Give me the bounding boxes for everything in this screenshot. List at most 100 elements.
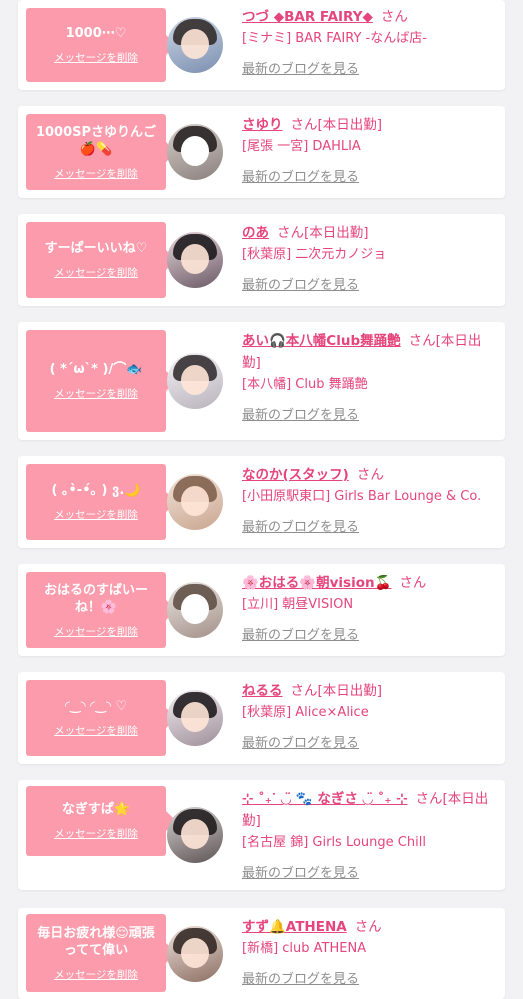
message-text: ( *´ω`* )/⌒🐟 bbox=[49, 362, 143, 377]
honorific: さん bbox=[415, 791, 443, 807]
cast-name-link[interactable]: なのか(スタッフ) bbox=[242, 467, 349, 483]
avatar-face bbox=[181, 594, 209, 624]
message-bubble: 1000⋯♡ メッセージを削除 bbox=[26, 8, 176, 82]
cast-info: すず🔔ATHENA さん [新橋] club ATHENA 最新のブログを見る bbox=[242, 916, 497, 987]
cast-name-link[interactable]: すず🔔ATHENA bbox=[242, 919, 347, 935]
message-text: 毎日お疲れ様😌頑張ってて偉い bbox=[37, 925, 155, 958]
message-bubble: ( *´ω`* )/⌒🐟 メッセージを削除 bbox=[26, 330, 176, 432]
delete-message-link[interactable]: メッセージを削除 bbox=[54, 265, 138, 280]
status-badge: [本日出勤] bbox=[317, 117, 383, 133]
message-bubble: なぎすぱ🌟 メッセージを削除 bbox=[26, 786, 176, 856]
honorific: さん bbox=[408, 333, 436, 349]
view-blog-link[interactable]: 最新のブログを見る bbox=[242, 968, 359, 987]
avatar[interactable] bbox=[167, 232, 223, 288]
status-badge: [本日出勤] bbox=[317, 683, 383, 699]
cast-name-link[interactable]: つづ ◆BAR FAIRY◆ bbox=[242, 9, 373, 25]
cast-info: ねるる さん[本日出勤] [秋葉原] Alice×Alice 最新のブログを見る bbox=[242, 680, 497, 751]
cast-name-link[interactable]: ⊹ ˚₊ᐝ ◡̈ 🐾 なぎさ ◡̈ ˚₊ ⊹ bbox=[242, 791, 408, 807]
avatar-face bbox=[181, 819, 209, 849]
view-blog-link[interactable]: 最新のブログを見る bbox=[242, 58, 359, 77]
shop-name: [小田原駅東口] Girls Bar Lounge & Co. bbox=[242, 489, 482, 504]
shop-name: [本八幡] Club 舞踊艶 bbox=[242, 377, 368, 392]
cast-name-line: ねるる さん[本日出勤] bbox=[242, 680, 497, 702]
avatar-face bbox=[181, 136, 209, 166]
avatar[interactable] bbox=[167, 124, 223, 180]
cast-info: あい🎧本八幡Club舞踊艶 さん[本日出勤] [本八幡] Club 舞踊艶 最新の… bbox=[242, 330, 497, 423]
cast-info: のあ さん[本日出勤] [秋葉原] 二次元カノジョ 最新のブログを見る bbox=[242, 222, 497, 293]
message-card: ( *´ω`* )/⌒🐟 メッセージを削除 あい🎧本八幡Club舞踊艶 さん[本日… bbox=[18, 322, 505, 440]
cast-name-line: つづ ◆BAR FAIRY◆ さん bbox=[242, 6, 497, 28]
shop-name: [新橋] club ATHENA bbox=[242, 941, 367, 956]
cast-name-line: すず🔔ATHENA さん bbox=[242, 916, 497, 938]
message-bubble: ◜‿◝ ◜‿◝ ♡ メッセージを削除 bbox=[26, 680, 176, 756]
honorific: さん bbox=[380, 9, 408, 25]
avatar-face bbox=[181, 365, 209, 395]
cast-name-line: あい🎧本八幡Club舞踊艶 さん[本日出勤] bbox=[242, 330, 497, 374]
message-bubble: 1000SPさゆりんご🍎💊 メッセージを削除 bbox=[26, 114, 176, 190]
cast-info: ⊹ ˚₊ᐝ ◡̈ 🐾 なぎさ ◡̈ ˚₊ ⊹ さん[本日出勤] [名古屋 錦] G… bbox=[242, 788, 497, 881]
delete-message-link[interactable]: メッセージを削除 bbox=[54, 826, 138, 841]
cast-name-link[interactable]: ねるる bbox=[242, 683, 283, 699]
view-blog-link[interactable]: 最新のブログを見る bbox=[242, 624, 359, 643]
shop-name: [秋葉原] 二次元カノジョ bbox=[242, 247, 387, 262]
message-card: 1000⋯♡ メッセージを削除 つづ ◆BAR FAIRY◆ さん [ミナミ] B… bbox=[18, 0, 505, 90]
honorific: さん bbox=[399, 575, 427, 591]
view-blog-link[interactable]: 最新のブログを見る bbox=[242, 862, 359, 881]
delete-message-link[interactable]: メッセージを削除 bbox=[54, 507, 138, 522]
avatar[interactable] bbox=[167, 807, 223, 863]
delete-message-link[interactable]: メッセージを削除 bbox=[54, 386, 138, 401]
view-blog-link[interactable]: 最新のブログを見る bbox=[242, 274, 359, 293]
message-card: すーぱーいいね♡ メッセージを削除 のあ さん[本日出勤] [秋葉原] 二次元カノ… bbox=[18, 214, 505, 306]
message-card: ( ｡•̀-•́｡ ) ვ.🌙 メッセージを削除 なのか(スタッフ) さん [小田… bbox=[18, 456, 505, 548]
avatar[interactable] bbox=[167, 690, 223, 746]
message-bubble: すーぱーいいね♡ メッセージを削除 bbox=[26, 222, 176, 298]
honorific: さん bbox=[290, 117, 318, 133]
message-card: ◜‿◝ ◜‿◝ ♡ メッセージを削除 ねるる さん[本日出勤] [秋葉原] Ali… bbox=[18, 672, 505, 764]
delete-message-link[interactable]: メッセージを削除 bbox=[54, 723, 138, 738]
avatar[interactable] bbox=[167, 353, 223, 409]
avatar[interactable] bbox=[167, 582, 223, 638]
message-card: なぎすぱ🌟 メッセージを削除 ⊹ ˚₊ᐝ ◡̈ 🐾 なぎさ ◡̈ ˚₊ ⊹ さん [… bbox=[18, 780, 505, 890]
message-text: ( ｡•̀-•́｡ ) ვ.🌙 bbox=[51, 483, 141, 498]
avatar[interactable] bbox=[167, 17, 223, 73]
shop-name: [尾張 一宮] DAHLIA bbox=[242, 139, 361, 154]
cast-name-line: さゆり さん[本日出勤] bbox=[242, 114, 497, 136]
cast-name-line: のあ さん[本日出勤] bbox=[242, 222, 497, 244]
message-card: おはるのすばいーね！🌸 メッセージを削除 🌸おはる🌸朝vision🍒 さん [立川… bbox=[18, 564, 505, 656]
avatar-face bbox=[181, 702, 209, 732]
message-bubble: ( ｡•̀-•́｡ ) ვ.🌙 メッセージを削除 bbox=[26, 464, 176, 540]
message-card: 1000SPさゆりんご🍎💊 メッセージを削除 さゆり さん[本日出勤] [尾張 一… bbox=[18, 106, 505, 198]
message-text: おはるのすばいーね！🌸 bbox=[43, 582, 148, 615]
cast-info: さゆり さん[本日出勤] [尾張 一宮] DAHLIA 最新のブログを見る bbox=[242, 114, 497, 185]
message-text: すーぱーいいね♡ bbox=[44, 241, 148, 256]
view-blog-link[interactable]: 最新のブログを見る bbox=[242, 516, 359, 535]
view-blog-link[interactable]: 最新のブログを見る bbox=[242, 166, 359, 185]
avatar[interactable] bbox=[167, 474, 223, 530]
view-blog-link[interactable]: 最新のブログを見る bbox=[242, 732, 359, 751]
avatar-face bbox=[181, 244, 209, 274]
delete-message-link[interactable]: メッセージを削除 bbox=[54, 166, 138, 181]
delete-message-link[interactable]: メッセージを削除 bbox=[54, 624, 138, 639]
avatar-face bbox=[181, 938, 209, 968]
delete-message-link[interactable]: メッセージを削除 bbox=[54, 967, 138, 982]
avatar[interactable] bbox=[167, 926, 223, 982]
delete-message-link[interactable]: メッセージを削除 bbox=[54, 50, 138, 65]
avatar-face bbox=[181, 486, 209, 516]
cast-name-line: 🌸おはる🌸朝vision🍒 さん bbox=[242, 572, 497, 594]
cast-name-line: なのか(スタッフ) さん bbox=[242, 464, 497, 486]
cast-name-link[interactable]: さゆり bbox=[242, 117, 283, 133]
honorific: さん bbox=[277, 225, 304, 241]
view-blog-link[interactable]: 最新のブログを見る bbox=[242, 404, 359, 423]
cast-name-link[interactable]: 🌸おはる🌸朝vision🍒 bbox=[242, 575, 391, 591]
status-badge: [本日出勤] bbox=[304, 225, 369, 241]
shop-name: [名古屋 錦] Girls Lounge Chill bbox=[242, 835, 426, 850]
cast-info: なのか(スタッフ) さん [小田原駅東口] Girls Bar Lounge & … bbox=[242, 464, 497, 535]
cast-name-link[interactable]: あい🎧本八幡Club舞踊艶 bbox=[242, 333, 401, 349]
message-text: ◜‿◝ ◜‿◝ ♡ bbox=[64, 699, 128, 714]
message-text: 1000⋯♡ bbox=[65, 26, 127, 41]
message-bubble: おはるのすばいーね！🌸 メッセージを削除 bbox=[26, 572, 176, 648]
message-card: 毎日お疲れ様😌頑張ってて偉い メッセージを削除 すず🔔ATHENA さん [新橋]… bbox=[18, 908, 505, 999]
cast-name-link[interactable]: のあ bbox=[242, 225, 269, 241]
shop-name: [ミナミ] BAR FAIRY -なんば店- bbox=[242, 31, 427, 46]
cast-info: 🌸おはる🌸朝vision🍒 さん [立川] 朝昼VISION 最新のブログを見る bbox=[242, 572, 497, 643]
